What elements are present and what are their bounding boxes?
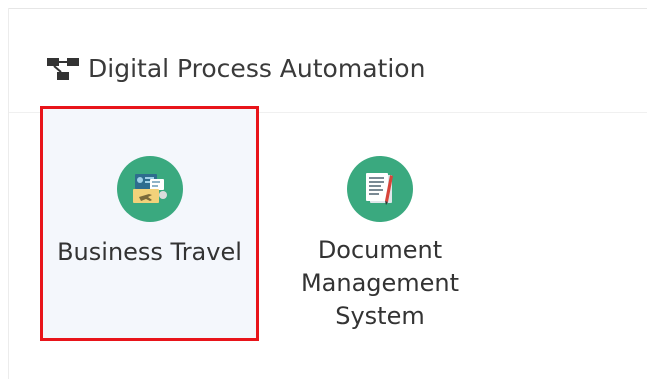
workflow-icon [46,54,80,82]
panel-top-border [8,8,647,9]
tile-label: Business Travel [57,238,242,266]
tile-business-travel[interactable]: Business Travel [42,108,257,340]
business-travel-icon [116,156,183,222]
document-management-icon [347,156,413,222]
panel-left-border [8,8,9,379]
section-title: Digital Process Automation [88,53,426,83]
section-header: Digital Process Automation [46,50,425,86]
page: Digital Process Automation Business Trav… [0,0,647,379]
tile-label: Document Management System [300,236,460,330]
tile-document-management-system[interactable]: Document Management System [275,112,485,342]
